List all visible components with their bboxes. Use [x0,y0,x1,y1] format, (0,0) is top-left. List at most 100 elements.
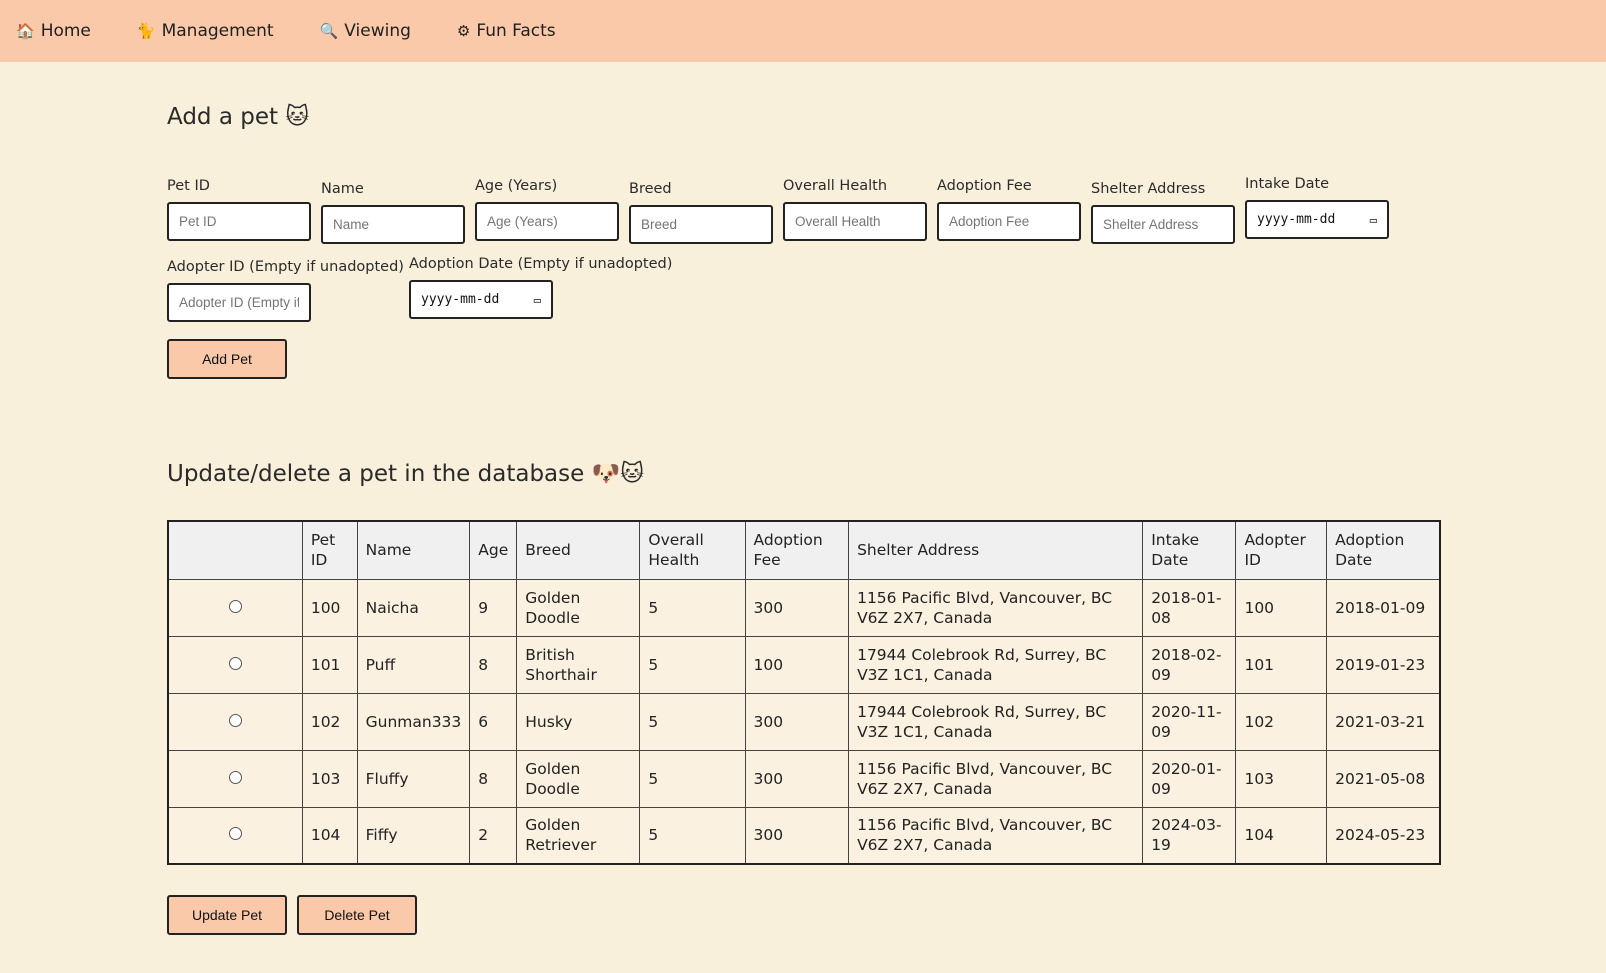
breed-input[interactable] [629,205,773,244]
table-row: 102 Gunman333 6 Husky 5 300 17944 Colebr… [167,692,1441,751]
cell-fee: 100 [744,635,850,694]
row-radio[interactable] [228,599,242,613]
row-radio[interactable] [228,713,242,727]
cell-age: 9 [469,578,518,637]
search-icon: 🔍 [319,22,339,40]
pet-id-group: Pet ID [167,178,311,241]
cell-adopter-id: 100 [1235,578,1328,637]
cell-intake-date: 2020-11-09 [1142,692,1237,751]
cell-health: 5 [639,806,746,865]
calendar-icon[interactable]: ▭ [1370,213,1377,227]
col-breed: Breed [516,520,641,580]
table-row: 104 Fiffy 2 Golden Retriever 5 300 1156 … [167,806,1441,865]
delete-pet-button[interactable]: Delete Pet [297,895,417,935]
cell-intake-date: 2018-02-09 [1142,635,1237,694]
update-pet-title: Update/delete a pet in the database 🐶🐱 [167,461,645,487]
cell-name: Fluffy [356,749,471,808]
nav-home[interactable]: 🏠 Home [16,21,91,41]
cell-health: 5 [639,692,746,751]
nav-management[interactable]: 🐈 Management [137,21,274,41]
add-pet-button[interactable]: Add Pet [167,339,287,379]
nav-home-label: Home [40,21,91,41]
intake-date-value: yyyy-mm-dd [1257,212,1336,227]
age-input[interactable] [475,202,619,241]
cell-breed: Husky [516,692,641,751]
adoption-date-value: yyyy-mm-dd [421,292,500,307]
breed-group: Breed [629,181,773,244]
cell-fee: 300 [744,749,850,808]
home-icon: 🏠 [16,22,35,40]
col-age: Age [469,520,518,580]
calendar-icon[interactable]: ▭ [534,293,541,307]
cell-adopter-id: 104 [1235,806,1328,865]
cell-adoption-date: 2024-05-23 [1326,806,1441,865]
col-intake-date: Intake Date [1142,520,1237,580]
cell-adoption-date: 2019-01-23 [1326,635,1441,694]
pet-id-label: Pet ID [167,178,210,194]
cell-adopter-id: 102 [1235,692,1328,751]
row-radio[interactable] [228,770,242,784]
cell-age: 8 [469,635,518,694]
cell-health: 5 [639,635,746,694]
update-pet-button[interactable]: Update Pet [167,895,287,935]
cell-name: Naicha [356,578,471,637]
nav-fun-facts[interactable]: ⚙ Fun Facts [457,21,556,41]
cell-adoption-date: 2021-03-21 [1326,692,1441,751]
name-input[interactable] [321,205,465,244]
nav-viewing-label: Viewing [344,21,411,41]
col-pet-id: Pet ID [301,520,358,580]
nav-viewing[interactable]: 🔍 Viewing [320,21,411,41]
adoption-date-group: Adoption Date (Empty if unadopted) yyyy-… [409,256,672,319]
cell-pet-id: 100 [301,578,358,637]
cell-fee: 300 [744,692,850,751]
table-row: 101 Puff 8 British Shorthair 5 100 17944… [167,635,1441,694]
cell-age: 8 [469,749,518,808]
breed-label: Breed [629,181,672,197]
cell-address: 17944 Colebrook Rd, Surrey, BC V3Z 1C1, … [848,635,1144,694]
adoption-date-input[interactable]: yyyy-mm-dd ▭ [409,280,553,319]
adopter-id-input[interactable] [167,283,311,322]
age-label: Age (Years) [475,178,558,194]
address-input[interactable] [1091,205,1235,244]
address-group: Shelter Address [1091,181,1235,244]
col-select [167,520,303,580]
cell-age: 6 [469,692,518,751]
intake-date-group: Intake Date yyyy-mm-dd ▭ [1245,176,1389,239]
adopter-id-label: Adopter ID (Empty if unadopted) [167,259,404,275]
cell-address: 1156 Pacific Blvd, Vancouver, BC V6Z 2X7… [848,806,1144,865]
cell-fee: 300 [744,578,850,637]
intake-date-label: Intake Date [1245,176,1330,192]
select-cell [167,635,303,694]
fee-input[interactable] [937,202,1081,241]
fee-group: Adoption Fee [937,178,1081,241]
health-input[interactable] [783,202,927,241]
cell-adopter-id: 103 [1235,749,1328,808]
address-label: Shelter Address [1091,181,1206,197]
name-label: Name [321,181,364,197]
cell-breed: Golden Doodle [516,578,641,637]
cell-fee: 300 [744,806,850,865]
cell-intake-date: 2020-01-09 [1142,749,1237,808]
row-radio[interactable] [228,656,242,670]
cell-intake-date: 2018-01-08 [1142,578,1237,637]
cell-pet-id: 101 [301,635,358,694]
cell-breed: Golden Doodle [516,749,641,808]
cell-address: 1156 Pacific Blvd, Vancouver, BC V6Z 2X7… [848,749,1144,808]
cell-intake-date: 2024-03-19 [1142,806,1237,865]
cell-address: 17944 Colebrook Rd, Surrey, BC V3Z 1C1, … [848,692,1144,751]
col-name: Name [356,520,471,580]
name-group: Name [321,181,465,244]
health-group: Overall Health [783,178,927,241]
adopter-id-group: Adopter ID (Empty if unadopted) [167,259,404,322]
cell-adoption-date: 2021-05-08 [1326,749,1441,808]
add-pet-title: Add a pet 🐱 [167,104,310,130]
cell-adopter-id: 101 [1235,635,1328,694]
table-row: 100 Naicha 9 Golden Doodle 5 300 1156 Pa… [167,578,1441,637]
cell-health: 5 [639,578,746,637]
select-cell [167,692,303,751]
cell-name: Fiffy [356,806,471,865]
intake-date-input[interactable]: yyyy-mm-dd ▭ [1245,200,1389,239]
col-health: Overall Health [639,520,746,580]
pet-id-input[interactable] [167,202,311,241]
row-radio[interactable] [228,827,242,841]
